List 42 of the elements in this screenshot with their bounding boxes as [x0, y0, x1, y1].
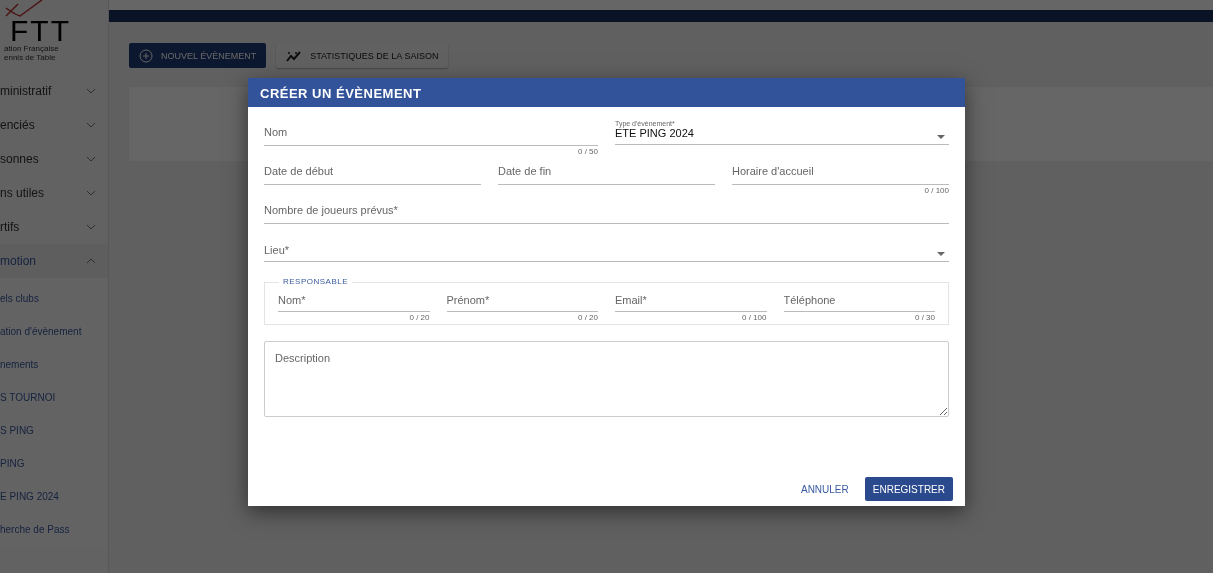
- nav-subitem[interactable]: E PING 2024: [0, 480, 108, 513]
- chevron-down-icon: [86, 122, 96, 128]
- nav-subitem[interactable]: ation d'évènement: [0, 315, 108, 348]
- nav-subitem[interactable]: els clubs: [0, 282, 108, 315]
- select-field[interactable]: Lieu*: [264, 236, 949, 262]
- nav-subitem[interactable]: nements: [0, 348, 108, 381]
- nav-item[interactable]: motion: [0, 244, 108, 278]
- group-legend: RESPONSABLE: [279, 277, 353, 286]
- logo-swoosh-icon: [4, 0, 44, 18]
- dialog-title: CRÉER UN ÉVÈNEMENT: [248, 78, 965, 107]
- chevron-up-icon: [86, 258, 96, 264]
- new-event-button[interactable]: NOUVEL ÉVÈNEMENT: [129, 43, 267, 68]
- nav-subitem[interactable]: S TOURNOI: [0, 381, 108, 414]
- description-field[interactable]: Description: [264, 341, 949, 417]
- dropdown-caret-icon: [937, 252, 945, 256]
- character-counter: 0 / 50: [578, 146, 598, 158]
- nav-item[interactable]: enciés: [0, 108, 108, 142]
- nav-item[interactable]: ministratif: [0, 74, 108, 108]
- nav-subitem[interactable]: S PING: [0, 414, 108, 447]
- chevron-down-icon: [86, 88, 96, 94]
- chevron-down-icon: [86, 156, 96, 162]
- nav-subitem[interactable]: herche de Pass: [0, 513, 108, 546]
- character-counter: 0 / 20: [409, 312, 430, 324]
- cancel-button[interactable]: ANNULER: [792, 477, 857, 501]
- nav-item[interactable]: ns utiles: [0, 176, 108, 210]
- character-counter: 0 / 100: [742, 312, 767, 324]
- nav-item[interactable]: rtifs: [0, 210, 108, 244]
- logo-subtitle: ation Française: [4, 44, 60, 53]
- save-button[interactable]: ENREGISTRER: [864, 477, 953, 501]
- character-counter: 0 / 30: [915, 312, 935, 324]
- logo-text: FTT: [10, 18, 72, 44]
- statistics-button[interactable]: STATISTIQUES DE LA SAISON: [276, 43, 449, 68]
- character-counter: 0 / 20: [578, 312, 598, 324]
- chevron-down-icon: [86, 224, 96, 230]
- trend-chart-icon: [286, 49, 303, 62]
- nav-item[interactable]: sonnes: [0, 142, 108, 176]
- chevron-down-icon: [86, 190, 96, 196]
- logo-subtitle: ennis de Table: [4, 53, 57, 62]
- character-counter: 0 / 100: [924, 185, 949, 197]
- plus-circle-icon: [139, 48, 153, 63]
- nav-subitem[interactable]: PING: [0, 447, 108, 480]
- dropdown-caret-icon: [937, 135, 945, 139]
